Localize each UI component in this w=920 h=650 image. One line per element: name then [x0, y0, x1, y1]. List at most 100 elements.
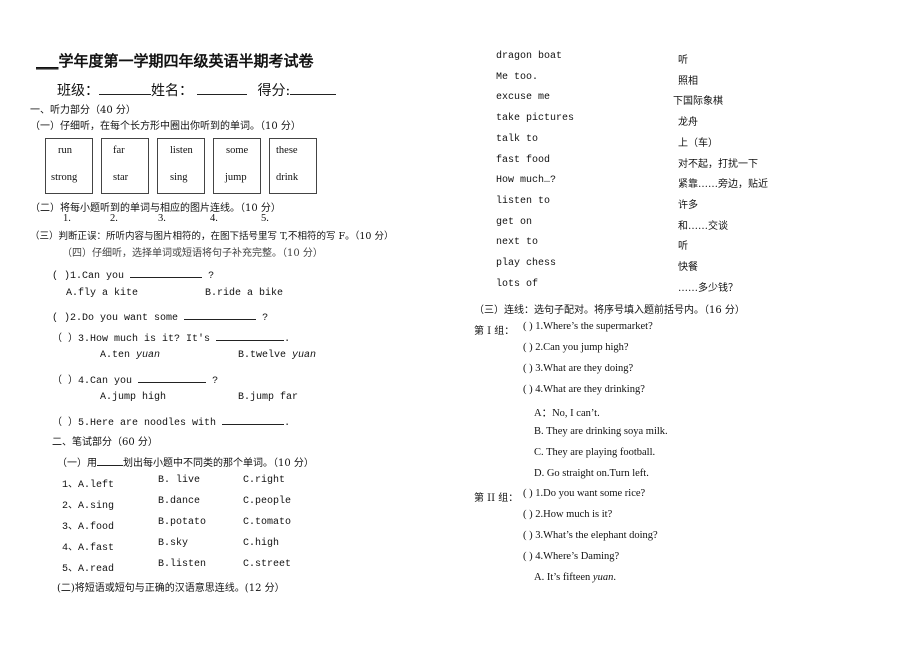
match-chinese[interactable]: 龙舟	[678, 113, 698, 128]
answer-italic: yuan	[592, 572, 614, 583]
part2-sec1: （一）用 划出每小题中不同类的那个单词。（10 分）	[57, 454, 314, 469]
word[interactable]: strong	[51, 172, 77, 183]
option-b[interactable]: B.potato	[158, 517, 206, 528]
sec1-post: 划出每小题中不同类的那个单词。（10 分）	[123, 458, 314, 469]
picture-number: 3.	[158, 213, 166, 224]
question-end: ?	[208, 271, 215, 282]
word[interactable]: run	[58, 145, 72, 156]
group1-question[interactable]: ( ) 1.Where’s the supermarket?	[523, 321, 653, 332]
option-c[interactable]: C.high	[243, 538, 279, 549]
option-a[interactable]: 3、A.food	[62, 522, 114, 533]
match-chinese[interactable]: ……多少钱？	[678, 279, 738, 294]
word[interactable]: sing	[170, 172, 188, 183]
match-chinese[interactable]: 听	[678, 51, 688, 66]
group2-question[interactable]: ( ) 2.How much is it?	[523, 509, 612, 520]
match-chinese[interactable]: 许多	[678, 196, 698, 211]
group2-question[interactable]: ( ) 3.What’s the elephant doing?	[523, 530, 658, 541]
underline-sample	[97, 455, 123, 466]
answer-paren[interactable]: ( )	[52, 313, 70, 324]
match-chinese[interactable]: 紧靠……旁边，贴近	[678, 175, 768, 190]
match-english[interactable]: talk to	[496, 134, 538, 145]
option-italic: yuan	[136, 350, 161, 361]
group1-question[interactable]: ( ) 3.What are they doing?	[523, 363, 633, 374]
question-4: （ ）4.Can you ?	[52, 371, 218, 387]
word[interactable]: listen	[170, 145, 193, 156]
match-chinese[interactable]: 上（车）	[678, 134, 718, 149]
option-text: B.twelve	[238, 350, 287, 361]
match-english[interactable]: get on	[496, 217, 532, 228]
option-b[interactable]: B.dance	[158, 496, 200, 507]
match-english[interactable]: Me too.	[496, 72, 538, 83]
title-text: 学年度第一学期四年级英语半期考试卷	[58, 52, 314, 70]
word-box-5: these drink	[269, 138, 317, 194]
odd-one-row: 5、A.read	[62, 559, 114, 575]
word[interactable]: star	[113, 172, 128, 183]
answer-blank[interactable]	[222, 413, 285, 425]
option-a[interactable]: 1、A.left	[62, 480, 114, 491]
group2-label: 第 II 组：	[474, 493, 519, 504]
student-info: 班级： 姓名： 得分:	[57, 80, 337, 100]
picture-number: 4.	[210, 213, 218, 224]
question-text: 4.Can you	[78, 376, 133, 387]
option-a[interactable]: 2、A.sing	[62, 501, 114, 512]
question-text: 3.How much is it? It's	[78, 334, 211, 345]
group1-label: 第 I 组：	[474, 326, 515, 337]
match-english[interactable]: take pictures	[496, 113, 574, 124]
answer-paren[interactable]: （ ）	[52, 334, 78, 345]
option-a: A.ten yuan	[100, 350, 160, 361]
exam-title: ___学年度第一学期四年级英语半期考试卷	[36, 50, 314, 71]
match-english[interactable]: listen to	[496, 196, 550, 207]
option-b: B.ride a bike	[205, 288, 284, 299]
match-english[interactable]: fast food	[496, 155, 550, 166]
answer-blank[interactable]	[184, 308, 257, 320]
match-english[interactable]: excuse me	[496, 92, 550, 103]
match-chinese[interactable]: 和……交谈	[678, 217, 728, 232]
word[interactable]: jump	[225, 172, 247, 183]
option-b[interactable]: B. live	[158, 475, 200, 486]
match-chinese[interactable]: 下国际象棋	[673, 92, 723, 107]
score-field[interactable]	[290, 83, 337, 95]
match-chinese[interactable]: 照相	[678, 72, 698, 87]
answer-blank[interactable]	[216, 329, 285, 341]
match-english[interactable]: dragon boat	[496, 51, 562, 62]
match-english[interactable]: next to	[496, 237, 538, 248]
word[interactable]: some	[226, 145, 248, 156]
word[interactable]: drink	[276, 172, 298, 183]
word-box-2: far star	[101, 138, 149, 194]
option-c[interactable]: C.people	[243, 496, 291, 507]
option-a[interactable]: 4、A.fast	[62, 543, 114, 554]
name-field[interactable]	[197, 83, 247, 95]
option-text: A.ten	[100, 350, 131, 361]
answer-paren[interactable]: （ ）	[52, 376, 78, 387]
option-c[interactable]: C.street	[243, 559, 291, 570]
answer-blank[interactable]	[130, 266, 203, 278]
option-b[interactable]: B.sky	[158, 538, 188, 549]
class-field[interactable]	[99, 83, 151, 95]
option-italic: yuan	[292, 350, 317, 361]
match-chinese[interactable]: 听	[678, 237, 688, 252]
option-a[interactable]: 5、A.read	[62, 564, 114, 575]
question-2: ( )2.Do you want some ?	[52, 308, 268, 324]
group2-question[interactable]: ( ) 1.Do you want some rice?	[523, 488, 645, 499]
match-chinese[interactable]: 对不起，打扰一下	[678, 155, 758, 170]
option-c[interactable]: C.tomato	[243, 517, 291, 528]
word[interactable]: far	[113, 145, 125, 156]
match-english[interactable]: play chess	[496, 258, 556, 269]
answer-blank[interactable]	[138, 371, 207, 383]
match-english[interactable]: How much…?	[496, 175, 556, 186]
match-english[interactable]: lots of	[496, 279, 538, 290]
answer-paren[interactable]: ( )	[52, 271, 70, 282]
part1-heading: 一、听力部分（40 分）	[30, 105, 136, 116]
group2-question[interactable]: ( ) 4.Where’s Daming?	[523, 551, 619, 562]
group1-question[interactable]: ( ) 2.Can you jump high?	[523, 342, 629, 353]
group1-answer: B. They are drinking soya milk.	[534, 426, 668, 437]
answer-end: .	[613, 572, 616, 583]
word[interactable]: these	[276, 145, 298, 156]
option-c[interactable]: C.right	[243, 475, 285, 486]
match-chinese[interactable]: 快餐	[678, 258, 698, 273]
option-b[interactable]: B.listen	[158, 559, 206, 570]
group1-question[interactable]: ( ) 4.What are they drinking?	[523, 384, 645, 395]
group1-answer: D. Go straight on.Turn left.	[534, 468, 649, 479]
answer-paren[interactable]: （ ）	[52, 418, 78, 429]
title-blank[interactable]: ___	[36, 52, 59, 70]
